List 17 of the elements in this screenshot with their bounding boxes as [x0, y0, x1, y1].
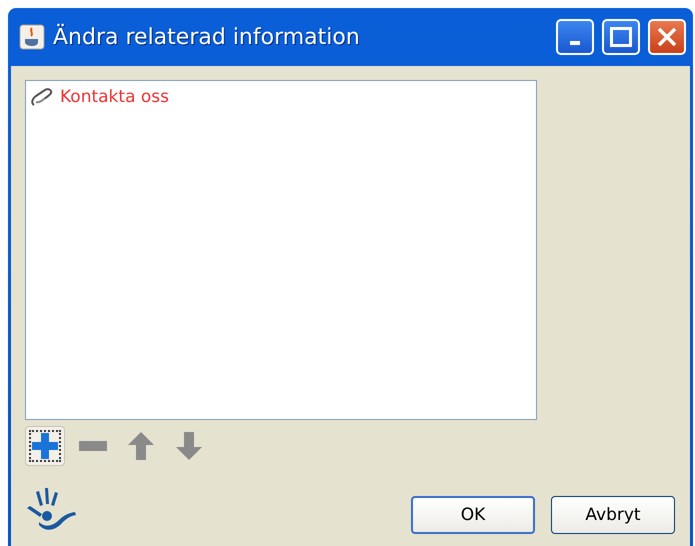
ok-button[interactable]: OK [411, 496, 535, 534]
coffee-cup-icon [19, 24, 45, 50]
arrow-down-icon [176, 432, 202, 460]
arrow-up-icon [128, 432, 154, 460]
close-icon [657, 27, 677, 47]
maximize-button[interactable] [602, 19, 640, 55]
add-button[interactable] [25, 426, 65, 466]
paperclip-icon [30, 87, 54, 107]
plus-icon [30, 431, 60, 461]
cancel-button[interactable]: Avbryt [551, 496, 675, 534]
close-button[interactable] [648, 19, 686, 55]
list-item[interactable]: Kontakta oss [60, 87, 170, 107]
minimize-button[interactable] [556, 19, 594, 55]
minimize-icon [570, 41, 580, 45]
maximize-icon [610, 27, 632, 47]
minus-icon [79, 441, 107, 451]
window-title: Ändra relaterad information [53, 24, 361, 50]
